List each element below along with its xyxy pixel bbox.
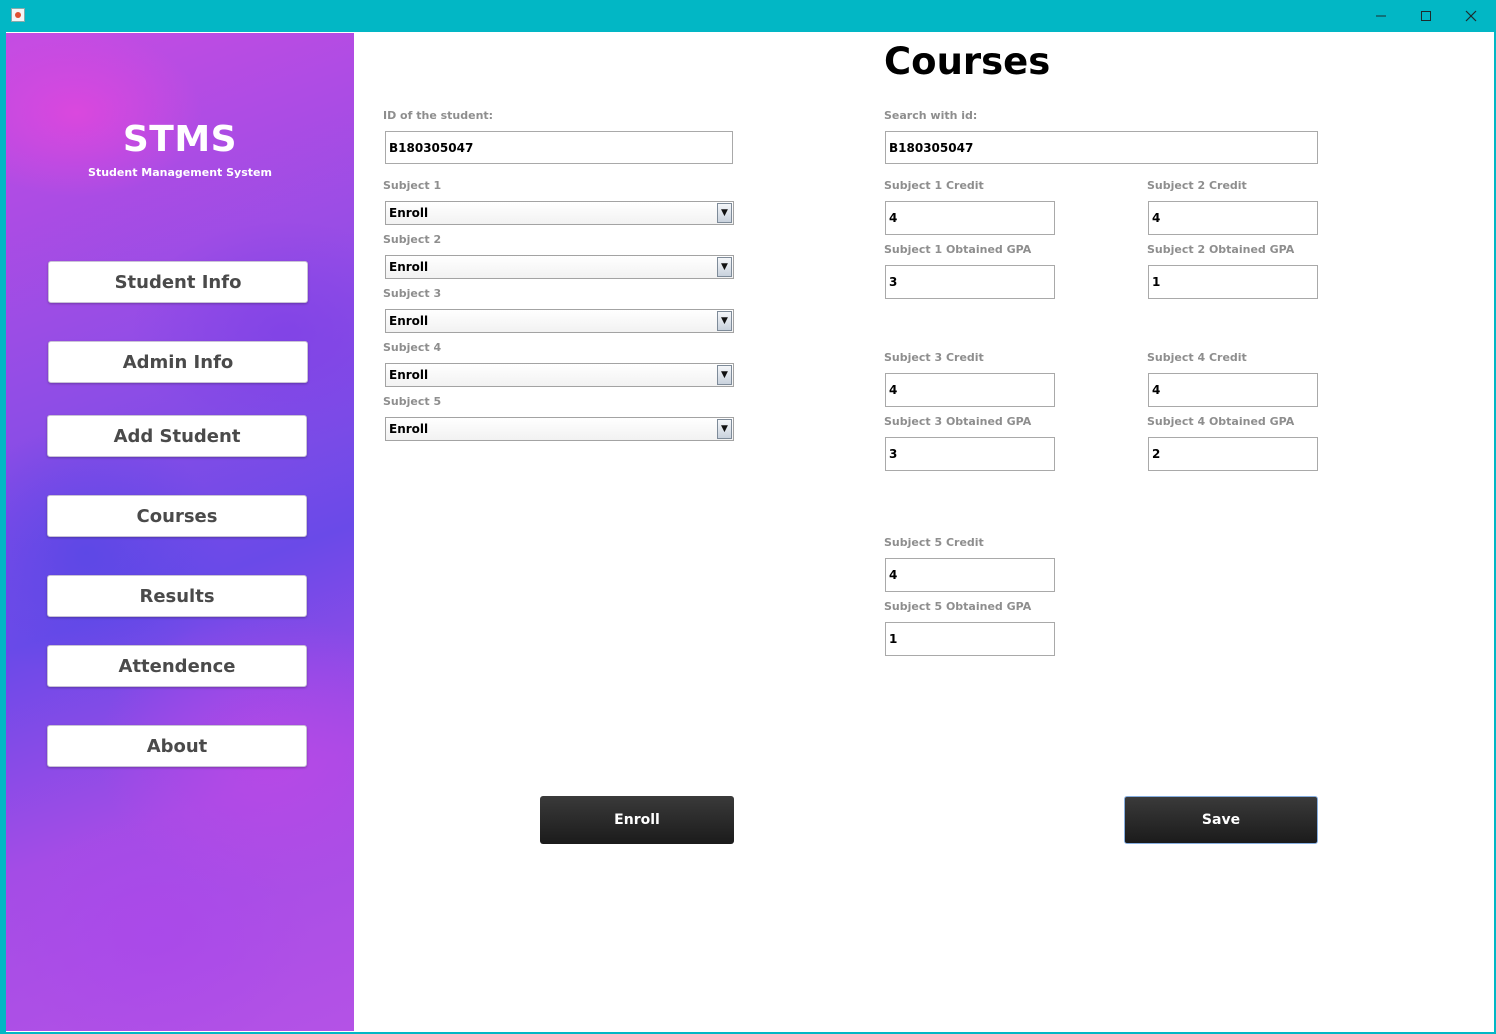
close-icon[interactable] <box>1448 0 1494 32</box>
subject-5-value: Enroll <box>389 422 429 436</box>
subject-1-value: Enroll <box>389 206 429 220</box>
chevron-down-icon[interactable]: ▼ <box>717 365 732 385</box>
chevron-down-icon[interactable]: ▼ <box>717 419 732 439</box>
student-id-label: ID of the student: <box>383 109 494 122</box>
subject-3-value: Enroll <box>389 314 429 328</box>
chevron-down-icon[interactable]: ▼ <box>717 257 732 277</box>
subject-3-select[interactable]: Enroll ▼ <box>385 309 734 333</box>
subject-5-label: Subject 5 <box>383 395 442 408</box>
about-button[interactable]: About <box>47 725 307 767</box>
subject-5-credit-label: Subject 5 Credit <box>884 536 984 549</box>
subject-3-gpa-label: Subject 3 Obtained GPA <box>884 415 1032 428</box>
subject-2-value: Enroll <box>389 260 429 274</box>
subject-4-select[interactable]: Enroll ▼ <box>385 363 734 387</box>
subject-5-select[interactable]: Enroll ▼ <box>385 417 734 441</box>
subject-3-credit-input[interactable]: 4 <box>885 373 1055 407</box>
subject-3-label: Subject 3 <box>383 287 442 300</box>
attendence-button[interactable]: Attendence <box>47 645 307 687</box>
app-title: STMS <box>122 119 238 160</box>
subject-1-select[interactable]: Enroll ▼ <box>385 201 734 225</box>
add-student-button[interactable]: Add Student <box>47 415 307 457</box>
maximize-icon[interactable] <box>1403 0 1449 32</box>
subject-4-label: Subject 4 <box>383 341 442 354</box>
subject-2-gpa-input[interactable]: 1 <box>1148 265 1318 299</box>
subject-1-label: Subject 1 <box>383 179 442 192</box>
search-id-label: Search with id: <box>884 109 978 122</box>
student-id-input[interactable]: B180305047 <box>385 131 733 164</box>
java-app-icon <box>11 8 25 22</box>
admin-info-button[interactable]: Admin Info <box>48 341 308 383</box>
subject-4-gpa-label: Subject 4 Obtained GPA <box>1147 415 1295 428</box>
subject-2-credit-label: Subject 2 Credit <box>1147 179 1247 192</box>
courses-button[interactable]: Courses <box>47 495 307 537</box>
subject-2-label: Subject 2 <box>383 233 442 246</box>
subject-5-gpa-input[interactable]: 1 <box>885 622 1055 656</box>
page-title: Courses <box>884 40 1051 83</box>
subject-5-credit-input[interactable]: 4 <box>885 558 1055 592</box>
subject-4-credit-input[interactable]: 4 <box>1148 373 1318 407</box>
subject-5-gpa-label: Subject 5 Obtained GPA <box>884 600 1032 613</box>
search-id-input[interactable]: B180305047 <box>885 131 1318 164</box>
sidebar: STMS Student Management System Student I… <box>6 33 354 1031</box>
results-button[interactable]: Results <box>47 575 307 617</box>
title-bar <box>0 0 1496 32</box>
subject-1-gpa-label: Subject 1 Obtained GPA <box>884 243 1032 256</box>
subject-1-credit-input[interactable]: 4 <box>885 201 1055 235</box>
minimize-icon[interactable] <box>1358 0 1404 32</box>
subject-4-gpa-input[interactable]: 2 <box>1148 437 1318 471</box>
student-info-button[interactable]: Student Info <box>48 261 308 303</box>
subject-3-gpa-input[interactable]: 3 <box>885 437 1055 471</box>
save-button[interactable]: Save <box>1124 796 1318 844</box>
subject-2-select[interactable]: Enroll ▼ <box>385 255 734 279</box>
subject-2-credit-input[interactable]: 4 <box>1148 201 1318 235</box>
subject-4-value: Enroll <box>389 368 429 382</box>
subject-3-credit-label: Subject 3 Credit <box>884 351 984 364</box>
chevron-down-icon[interactable]: ▼ <box>717 203 732 223</box>
subject-2-gpa-label: Subject 2 Obtained GPA <box>1147 243 1295 256</box>
app-subtitle: Student Management System <box>88 166 272 179</box>
enroll-button[interactable]: Enroll <box>540 796 734 844</box>
subject-1-gpa-input[interactable]: 3 <box>885 265 1055 299</box>
subject-1-credit-label: Subject 1 Credit <box>884 179 984 192</box>
chevron-down-icon[interactable]: ▼ <box>717 311 732 331</box>
subject-4-credit-label: Subject 4 Credit <box>1147 351 1247 364</box>
